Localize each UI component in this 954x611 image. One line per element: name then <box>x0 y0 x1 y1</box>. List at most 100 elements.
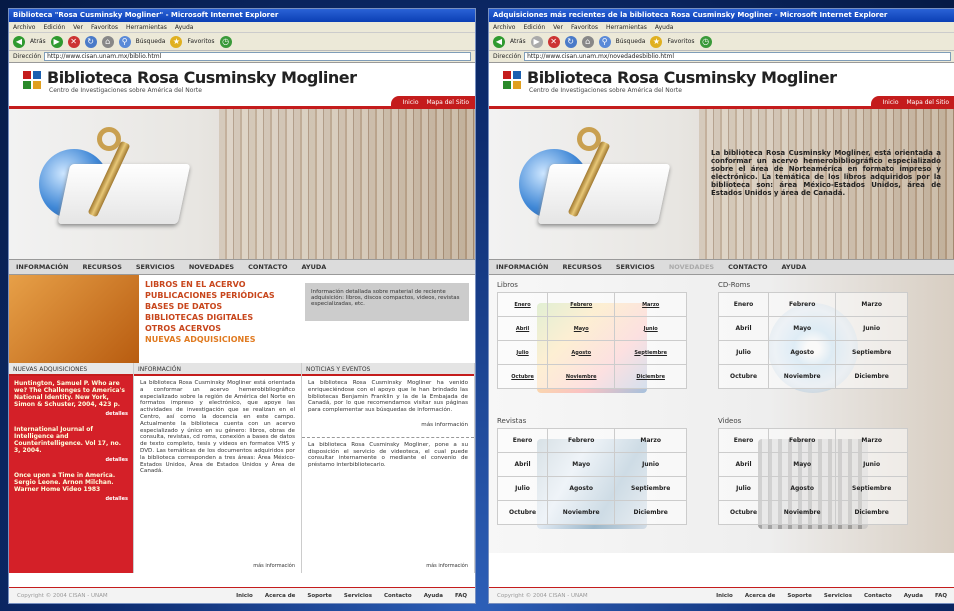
nav-recursos[interactable]: RECURSOS <box>555 263 608 271</box>
month-link[interactable]: Marzo <box>614 428 687 453</box>
favorites-label[interactable]: Favoritos <box>667 38 694 45</box>
link-publicaciones[interactable]: PUBLICACIONES PERIÓDICAS <box>145 290 293 301</box>
month-link[interactable]: Junio <box>614 452 687 477</box>
month-link[interactable]: Agosto <box>547 340 616 365</box>
favorites-icon[interactable]: ★ <box>650 35 663 48</box>
address-input[interactable]: http://www.cisan.unam.mx/novedadesbiblio… <box>524 52 951 61</box>
footer-soporte[interactable]: Soporte <box>787 593 812 599</box>
nav-ayuda[interactable]: AYUDA <box>775 263 814 271</box>
footer-contacto[interactable]: Contacto <box>864 593 892 599</box>
month-link[interactable]: Mayo <box>547 316 616 341</box>
menu-archivo[interactable]: Archivo <box>493 24 515 31</box>
menu-ayuda[interactable]: Ayuda <box>175 24 194 31</box>
month-link[interactable]: Abril <box>717 452 770 477</box>
nav-servicios[interactable]: SERVICIOS <box>129 263 182 271</box>
link-mapa-sitio[interactable]: Mapa del Sitio <box>907 99 950 106</box>
month-link[interactable]: Agosto <box>768 476 837 501</box>
stop-icon[interactable]: ✕ <box>67 35 80 48</box>
nav-contacto[interactable]: CONTACTO <box>721 263 774 271</box>
back-label[interactable]: Atrás <box>510 38 526 45</box>
month-link[interactable]: Agosto <box>768 340 837 365</box>
back-icon[interactable]: ◀ <box>493 35 505 48</box>
month-link[interactable]: Octubre <box>496 500 549 525</box>
history-icon[interactable]: ◷ <box>219 35 232 48</box>
month-link[interactable]: Marzo <box>835 292 908 317</box>
month-link[interactable]: Noviembre <box>547 500 616 525</box>
month-link[interactable]: Enero <box>717 292 770 317</box>
nav-recursos[interactable]: RECURSOS <box>75 263 128 271</box>
menu-favoritos[interactable]: Favoritos <box>91 24 118 31</box>
month-link[interactable]: Septiembre <box>835 476 908 501</box>
month-link[interactable]: Enero <box>496 428 549 453</box>
nav-ayuda[interactable]: AYUDA <box>295 263 334 271</box>
link-inicio[interactable]: Inicio <box>883 99 899 106</box>
link-inicio[interactable]: Inicio <box>403 99 419 106</box>
nav-informacion[interactable]: INFORMACIÓN <box>9 263 75 271</box>
month-link[interactable]: Mayo <box>547 452 616 477</box>
link-libros-acervo[interactable]: LIBROS EN EL ACERVO <box>145 279 293 290</box>
address-input[interactable]: http://www.cisan.unam.mx/biblio.html <box>44 52 471 61</box>
link-mapa-sitio[interactable]: Mapa del Sitio <box>427 99 470 106</box>
month-link[interactable]: Diciembre <box>835 364 908 389</box>
month-link[interactable]: Marzo <box>614 292 687 317</box>
month-link[interactable]: Junio <box>614 316 687 341</box>
month-link[interactable]: Febrero <box>547 428 616 453</box>
month-link[interactable]: Enero <box>496 292 549 317</box>
footer-acerca[interactable]: Acerca de <box>265 593 296 599</box>
details-link[interactable]: detalles <box>14 457 128 464</box>
favorites-label[interactable]: Favoritos <box>187 38 214 45</box>
search-icon[interactable]: ⚲ <box>118 35 131 48</box>
forward-icon[interactable]: ▶ <box>530 35 543 48</box>
more-info-link[interactable]: más información <box>302 418 474 433</box>
month-link[interactable]: Junio <box>835 316 908 341</box>
search-label[interactable]: Búsqueda <box>616 38 646 45</box>
month-link[interactable]: Noviembre <box>768 500 837 525</box>
link-otros-acervos[interactable]: OTROS ACERVOS <box>145 323 293 334</box>
month-link[interactable]: Marzo <box>835 428 908 453</box>
menu-ver[interactable]: Ver <box>553 24 563 31</box>
month-link[interactable]: Enero <box>717 428 770 453</box>
menu-herramientas[interactable]: Herramientas <box>126 24 167 31</box>
month-link[interactable]: Noviembre <box>768 364 837 389</box>
month-link[interactable]: Octubre <box>717 364 770 389</box>
menu-edicion[interactable]: Edición <box>43 24 65 31</box>
footer-ayuda[interactable]: Ayuda <box>904 593 923 599</box>
month-link[interactable]: Abril <box>496 316 549 341</box>
menu-favoritos[interactable]: Favoritos <box>571 24 598 31</box>
search-label[interactable]: Búsqueda <box>136 38 166 45</box>
nav-novedades[interactable]: NOVEDADES <box>662 263 721 271</box>
nav-servicios[interactable]: SERVICIOS <box>609 263 662 271</box>
link-nuevas-adquisiciones[interactable]: NUEVAS ADQUISICIONES <box>145 334 293 345</box>
month-link[interactable]: Octubre <box>717 500 770 525</box>
menu-edicion[interactable]: Edición <box>523 24 545 31</box>
footer-servicios[interactable]: Servicios <box>344 593 372 599</box>
stop-icon[interactable]: ✕ <box>547 35 560 48</box>
month-link[interactable]: Diciembre <box>614 500 687 525</box>
back-label[interactable]: Atrás <box>30 38 46 45</box>
month-link[interactable]: Diciembre <box>614 364 687 389</box>
footer-servicios[interactable]: Servicios <box>824 593 852 599</box>
month-link[interactable]: Mayo <box>768 316 837 341</box>
menu-archivo[interactable]: Archivo <box>13 24 35 31</box>
month-link[interactable]: Febrero <box>768 428 837 453</box>
home-icon[interactable]: ⌂ <box>101 35 114 48</box>
month-link[interactable]: Agosto <box>547 476 616 501</box>
refresh-icon[interactable]: ↻ <box>84 35 97 48</box>
month-link[interactable]: Septiembre <box>835 340 908 365</box>
footer-faq[interactable]: FAQ <box>935 593 947 599</box>
month-link[interactable]: Julio <box>717 476 770 501</box>
footer-acerca[interactable]: Acerca de <box>745 593 776 599</box>
footer-faq[interactable]: FAQ <box>455 593 467 599</box>
month-link[interactable]: Mayo <box>768 452 837 477</box>
month-link[interactable]: Abril <box>496 452 549 477</box>
forward-icon[interactable]: ▶ <box>50 35 63 48</box>
month-link[interactable]: Febrero <box>768 292 837 317</box>
menu-herramientas[interactable]: Herramientas <box>606 24 647 31</box>
refresh-icon[interactable]: ↻ <box>564 35 577 48</box>
month-link[interactable]: Diciembre <box>835 500 908 525</box>
footer-inicio[interactable]: Inicio <box>716 593 733 599</box>
link-bibliotecas-digitales[interactable]: BIBLIOTECAS DIGITALES <box>145 312 293 323</box>
month-link[interactable]: Junio <box>835 452 908 477</box>
details-link[interactable]: detalles <box>14 496 128 503</box>
link-bases-datos[interactable]: BASES DE DATOS <box>145 301 293 312</box>
